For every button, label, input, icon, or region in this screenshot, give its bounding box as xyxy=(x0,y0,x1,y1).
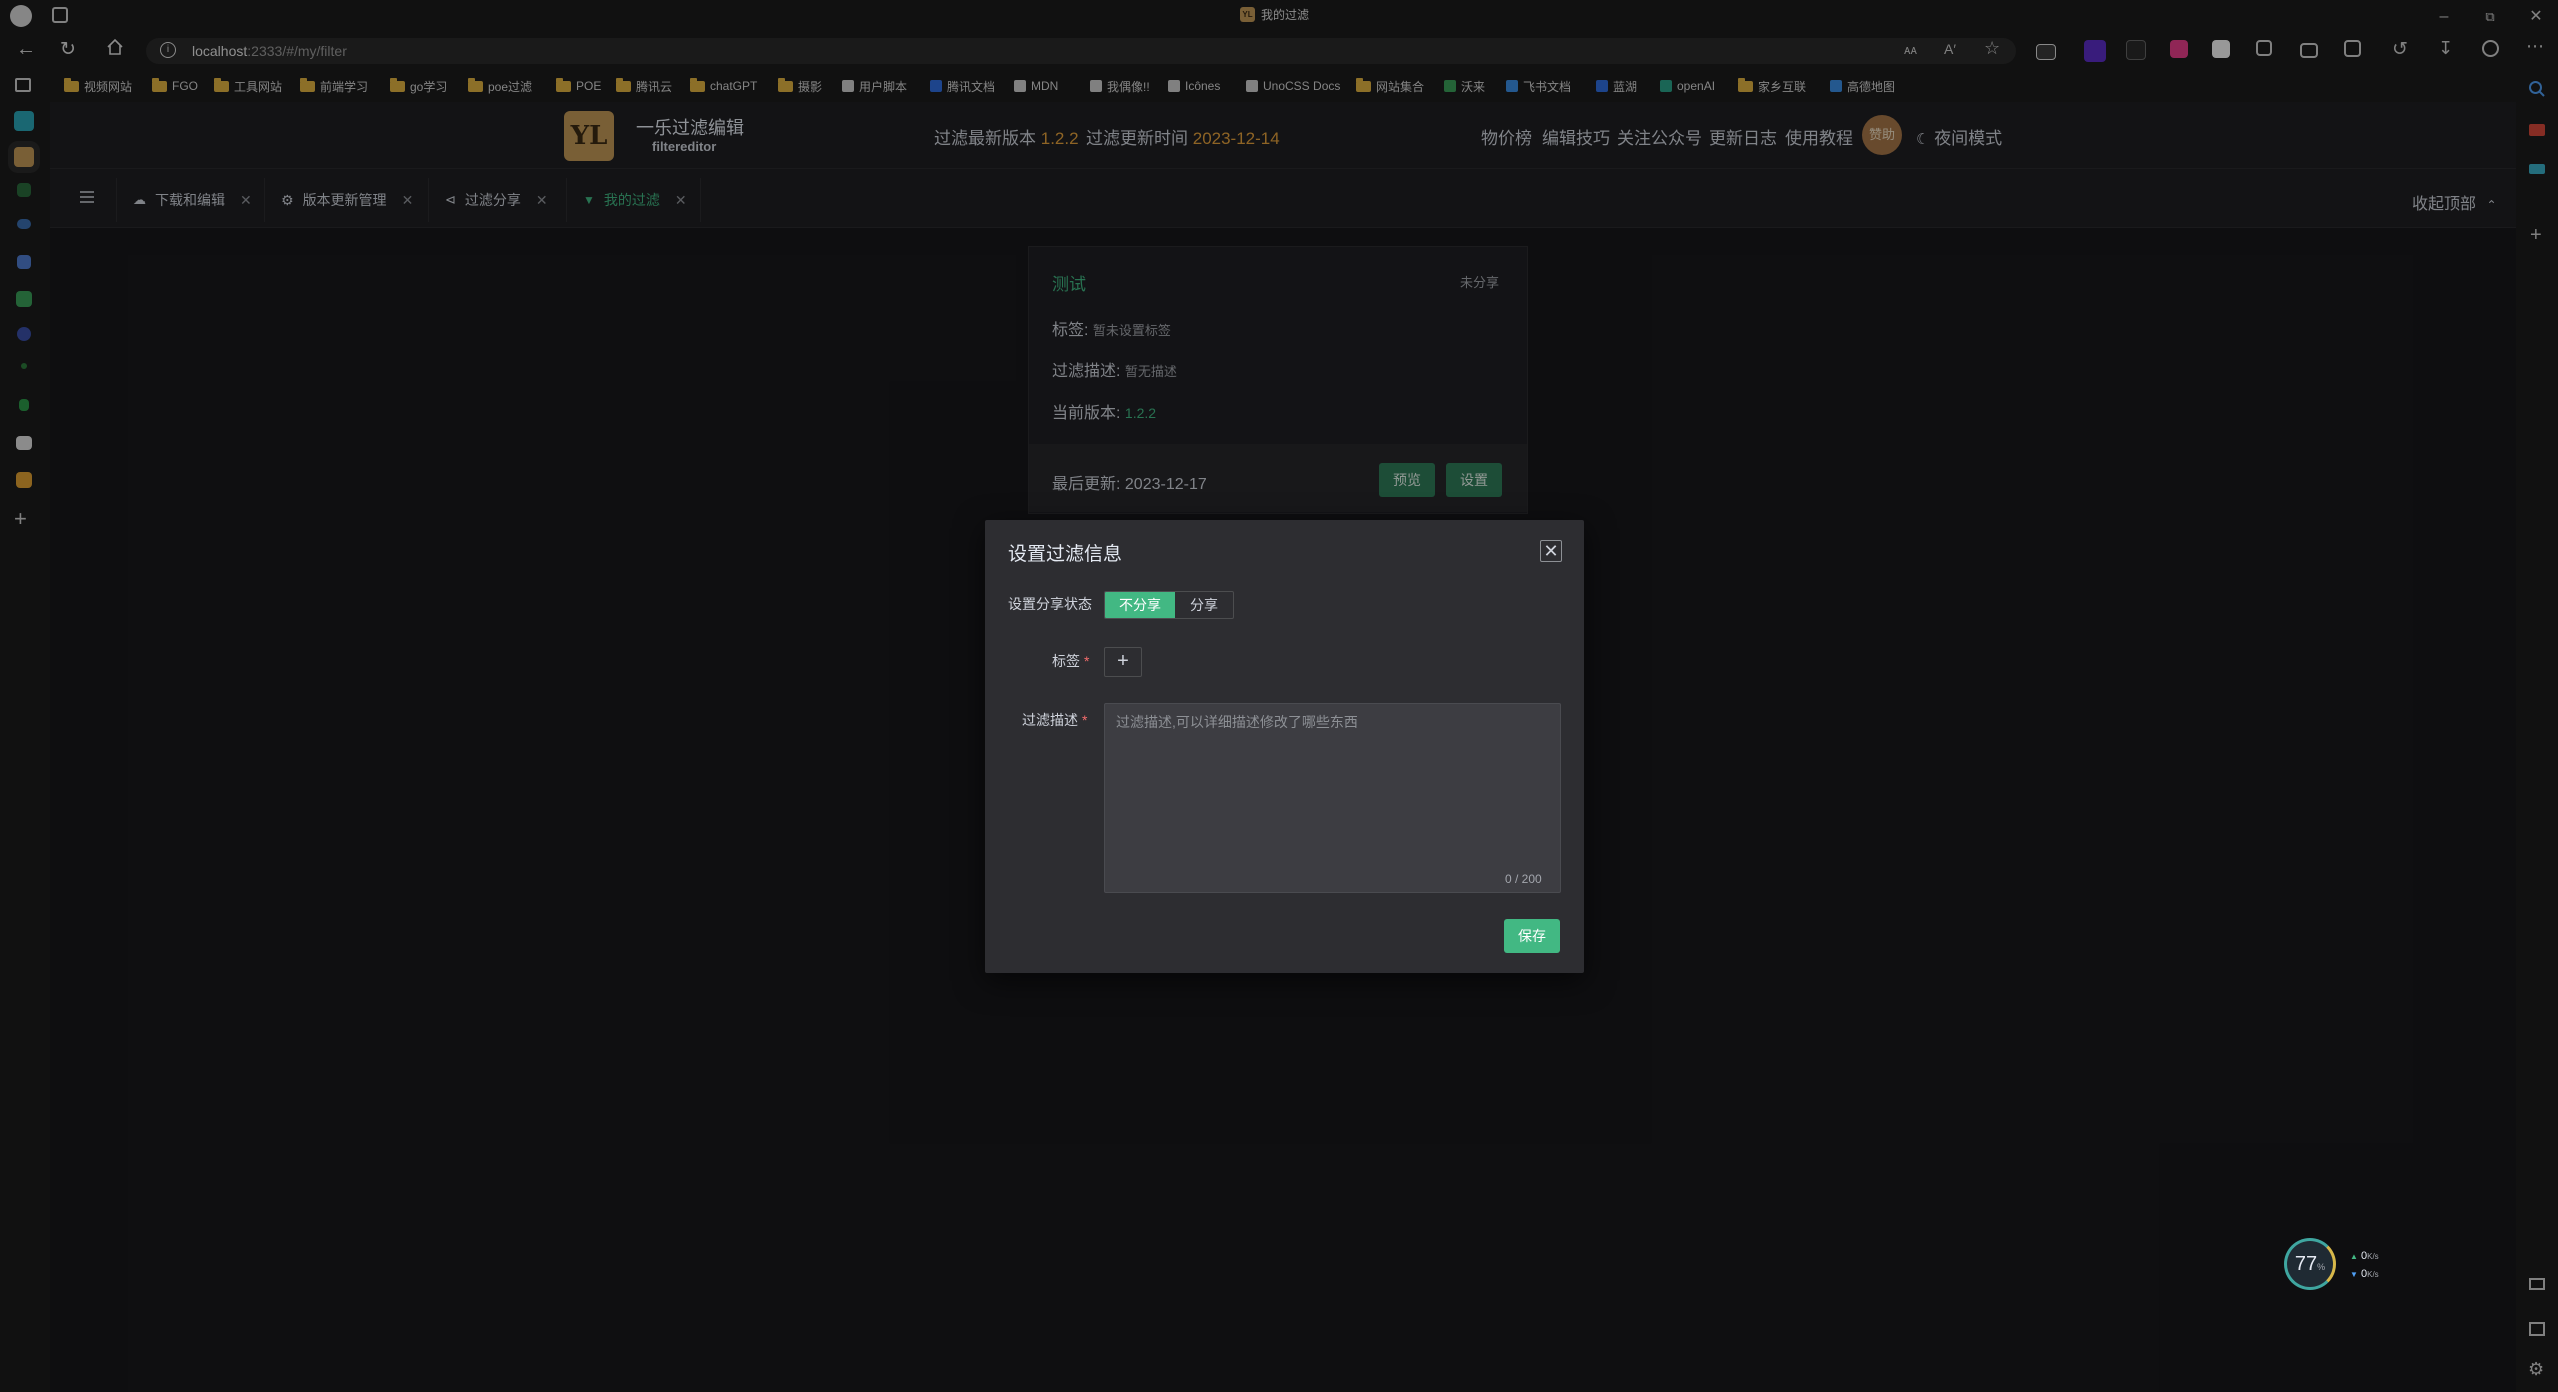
tag-label: 标签 * xyxy=(1052,651,1089,671)
dialog-title: 设置过滤信息 xyxy=(1008,544,1123,565)
description-placeholder: 过滤描述,可以详细描述修改了哪些东西 xyxy=(1116,714,1358,730)
add-tag-button[interactable]: + xyxy=(1104,647,1142,677)
desc-label: 过滤描述 * xyxy=(1022,710,1087,730)
upload-arrow-icon: ▲ xyxy=(2350,1252,2358,1261)
download-speed: ▼ 0K/s xyxy=(2350,1268,2379,1280)
close-icon[interactable]: ✕ xyxy=(1540,540,1562,562)
desc-label-text: 过滤描述 xyxy=(1022,712,1078,728)
required-mark: * xyxy=(1084,653,1090,669)
cpu-percent: 77 xyxy=(2294,1253,2318,1275)
share-status-label: 设置分享状态 xyxy=(1008,596,1092,612)
description-char-count: 0 / 200 xyxy=(1505,872,1542,886)
download-arrow-icon: ▼ xyxy=(2350,1270,2358,1279)
no-share-option[interactable]: 不分享 xyxy=(1105,592,1175,618)
tag-label-text: 标签 xyxy=(1052,653,1080,669)
save-button[interactable]: 保存 xyxy=(1504,919,1560,953)
share-option[interactable]: 分享 xyxy=(1175,592,1233,618)
network-speed-widget[interactable]: 77% ▲ 0K/s ▼ 0K/s xyxy=(2284,1238,2400,1292)
required-mark: * xyxy=(1082,712,1088,728)
upload-unit: K/s xyxy=(2367,1252,2379,1261)
cpu-percent-unit: % xyxy=(2317,1262,2326,1272)
cpu-ring-icon: 77% xyxy=(2284,1238,2336,1290)
upload-speed: ▲ 0K/s xyxy=(2350,1250,2379,1262)
download-unit: K/s xyxy=(2367,1270,2379,1279)
share-status-toggle: 不分享 分享 xyxy=(1104,591,1234,619)
